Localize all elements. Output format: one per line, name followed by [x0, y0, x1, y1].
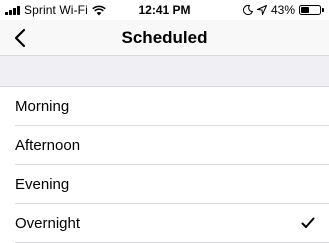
- option-afternoon[interactable]: Afternoon: [0, 126, 329, 165]
- section-header: [0, 56, 329, 87]
- option-overnight[interactable]: Overnight: [0, 204, 329, 243]
- option-label: Evening: [15, 176, 70, 193]
- options-list: Morning Afternoon Evening Overnight: [0, 87, 329, 243]
- checkmark-icon: [301, 217, 315, 228]
- option-label: Overnight: [15, 215, 81, 232]
- battery-icon: [299, 5, 321, 15]
- status-bar: Sprint Wi-Fi 12:41 PM 43%: [0, 0, 329, 20]
- navigation-bar: Scheduled: [0, 20, 329, 56]
- option-label: Afternoon: [15, 137, 81, 154]
- status-right: 43%: [242, 2, 324, 18]
- option-morning[interactable]: Morning: [0, 87, 329, 126]
- page-title: Scheduled: [121, 28, 208, 47]
- location-arrow-icon: [256, 5, 267, 15]
- battery-percent: 43%: [270, 3, 295, 17]
- option-label: Morning: [15, 98, 70, 115]
- moon-icon: [242, 5, 253, 15]
- option-evening[interactable]: Evening: [0, 165, 329, 204]
- battery-fill: [301, 7, 309, 13]
- battery-tip: [322, 8, 324, 12]
